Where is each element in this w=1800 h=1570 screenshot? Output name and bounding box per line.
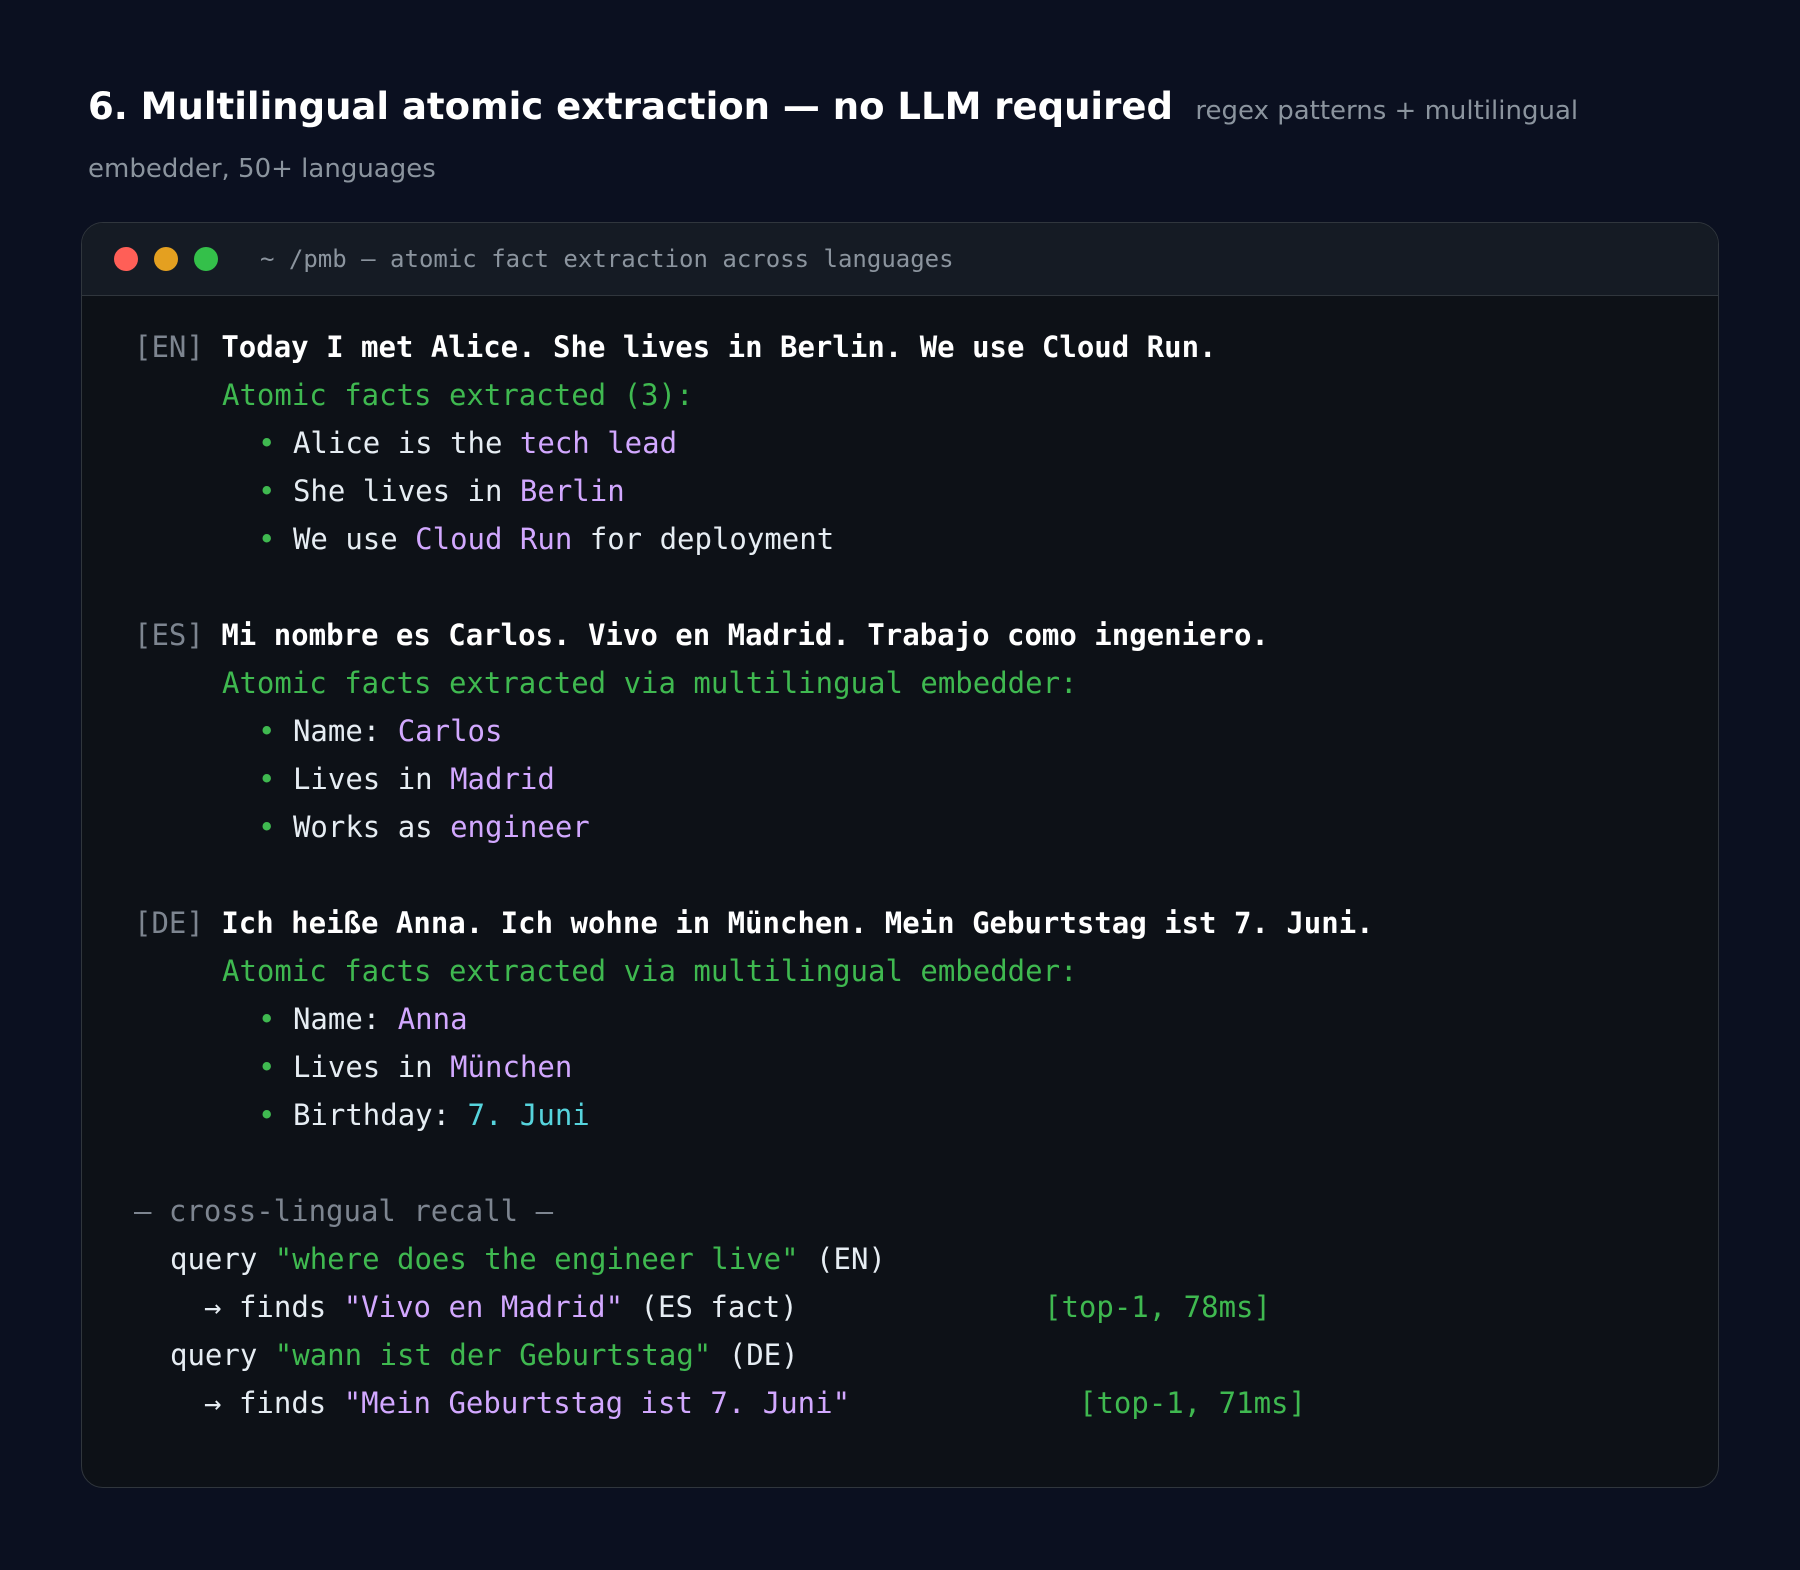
input-sentence: Today I met Alice. She lives in Berlin. …: [221, 330, 1217, 364]
list-item: • Birthday: 7. Juni: [258, 1098, 590, 1132]
cross-lingual-recall: — cross-lingual recall — query "where do…: [134, 1187, 1698, 1427]
bullet-icon: •: [258, 810, 276, 844]
fact-value: Berlin: [519, 474, 625, 508]
result-note: (ES fact): [640, 1290, 798, 1324]
fact-value: Carlos: [397, 714, 503, 748]
maximize-window-button[interactable]: [194, 247, 218, 271]
bullet-icon: •: [258, 1050, 276, 1084]
result-text: "Vivo en Madrid": [343, 1290, 624, 1324]
bullet-icon: •: [258, 1098, 276, 1132]
language-block-es: [ES] Mi nombre es Carlos. Vivo en Madrid…: [134, 611, 1698, 851]
list-item: • Lives in München: [258, 1050, 573, 1084]
section-title: 6. Multilingual atomic extraction — no L…: [88, 85, 1173, 128]
query-text: "where does the engineer live": [274, 1242, 799, 1276]
fact-value: Madrid: [450, 762, 555, 796]
section-heading: 6. Multilingual atomic extraction — no L…: [88, 80, 1688, 200]
recall-query: query "wann ist der Geburtstag" (DE): [170, 1338, 799, 1372]
list-item: • Name: Carlos: [258, 714, 503, 748]
fact-value: Cloud Run: [415, 522, 573, 556]
bullet-icon: •: [258, 1002, 276, 1036]
fact-value: München: [450, 1050, 573, 1084]
bullet-icon: •: [258, 474, 276, 508]
query-text: "wann ist der Geburtstag": [274, 1338, 712, 1372]
bullet-icon: •: [258, 426, 276, 460]
fact-value: Anna: [397, 1002, 468, 1036]
arrow-right-icon: →: [204, 1290, 222, 1324]
input-sentence: Ich heiße Anna. Ich wohne in München. Me…: [221, 906, 1374, 940]
list-item: • Name: Anna: [258, 1002, 468, 1036]
list-item: • Lives in Madrid: [258, 762, 555, 796]
language-block-en: [EN] Today I met Alice. She lives in Ber…: [134, 323, 1698, 563]
terminal-title: ~ /pmb — atomic fact extraction across l…: [260, 245, 954, 273]
list-item: • Alice is the tech lead: [258, 426, 678, 460]
language-tag: [EN]: [134, 330, 204, 364]
bullet-icon: •: [258, 522, 276, 556]
bullet-icon: •: [258, 714, 276, 748]
arrow-right-icon: →: [204, 1386, 222, 1420]
input-sentence: Mi nombre es Carlos. Vivo en Madrid. Tra…: [221, 618, 1269, 652]
recall-result: → finds "Vivo en Madrid" (ES fact) [top-1…: [134, 1283, 1698, 1331]
fact-value: 7. Juni: [467, 1098, 590, 1132]
recall-query: query "where does the engineer live" (EN…: [170, 1242, 886, 1276]
language-block-de: [DE] Ich heiße Anna. Ich wohne in Münche…: [134, 899, 1698, 1139]
facts-header: Atomic facts extracted (3):: [222, 378, 694, 412]
list-item: • We use Cloud Run for deployment: [258, 522, 835, 556]
facts-header: Atomic facts extracted via multilingual …: [222, 666, 1078, 700]
query-language: (EN): [816, 1242, 886, 1276]
list-item: • She lives in Berlin: [258, 474, 625, 508]
list-item: • Works as engineer: [258, 810, 590, 844]
terminal-titlebar: ~ /pmb — atomic fact extraction across l…: [82, 223, 1718, 296]
recall-result: → finds "Mein Geburtstag ist 7. Juni" [to…: [134, 1379, 1698, 1427]
minimize-window-button[interactable]: [154, 247, 178, 271]
close-window-button[interactable]: [114, 247, 138, 271]
recall-header: — cross-lingual recall —: [134, 1194, 554, 1228]
terminal-window: ~ /pmb — atomic fact extraction across l…: [81, 222, 1719, 1488]
query-language: (DE): [728, 1338, 799, 1372]
language-tag: [DE]: [134, 906, 204, 940]
fact-value: tech lead: [519, 426, 678, 460]
timing-badge: [top-1, 71ms]: [1079, 1386, 1306, 1420]
bullet-icon: •: [258, 762, 276, 796]
language-tag: [ES]: [134, 618, 204, 652]
fact-value: engineer: [450, 810, 590, 844]
timing-badge: [top-1, 78ms]: [1044, 1290, 1271, 1324]
terminal-output: [EN] Today I met Alice. She lives in Ber…: [134, 323, 1698, 1427]
facts-header: Atomic facts extracted via multilingual …: [222, 954, 1078, 988]
result-text: "Mein Geburtstag ist 7. Juni": [343, 1386, 851, 1420]
